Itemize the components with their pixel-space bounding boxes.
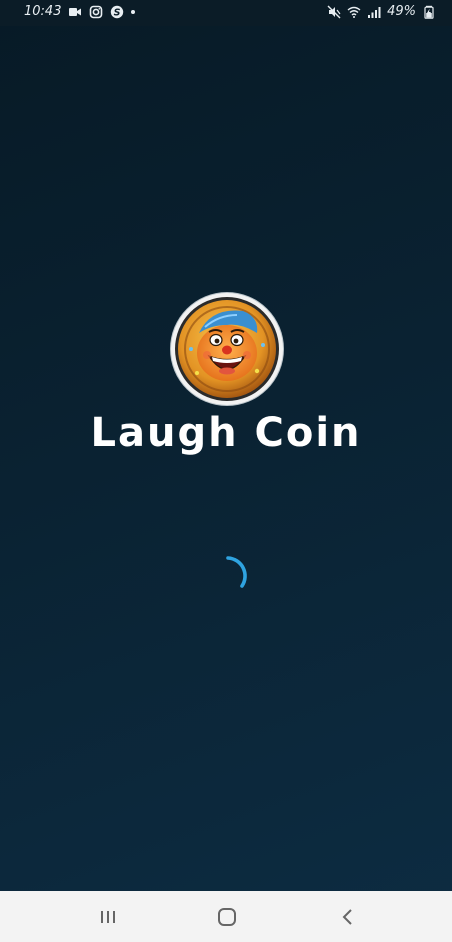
recents-button[interactable]: [96, 905, 120, 929]
back-icon: [342, 909, 352, 925]
recents-icon: [101, 911, 115, 923]
loading-spinner-icon: [210, 556, 250, 596]
app-title: Laugh Coin: [90, 410, 362, 456]
svg-text:S: S: [114, 7, 121, 18]
notification-dot-icon: [131, 9, 136, 14]
signal-icon: [367, 5, 381, 19]
navigation-bar: [0, 891, 452, 942]
mute-icon: [327, 5, 341, 19]
status-time: 10:43: [24, 4, 62, 19]
home-icon: [218, 908, 236, 926]
splash-screen: 10:43 S 49% Laugh Coin: [0, 0, 452, 942]
video-call-icon: [68, 5, 82, 19]
battery-percent: 49%: [387, 4, 416, 19]
status-right: 49%: [327, 4, 436, 19]
battery-icon: [422, 5, 436, 19]
status-left: 10:43 S: [24, 4, 136, 19]
laughing-clown-coin-icon: [175, 297, 279, 401]
home-button[interactable]: [215, 905, 239, 929]
wifi-icon: [347, 5, 361, 19]
app-logo: [171, 293, 283, 405]
skype-icon: S: [110, 5, 124, 19]
back-button[interactable]: [336, 905, 360, 929]
instagram-icon: [89, 5, 103, 19]
status-bar: 10:43 S 49%: [0, 0, 452, 26]
